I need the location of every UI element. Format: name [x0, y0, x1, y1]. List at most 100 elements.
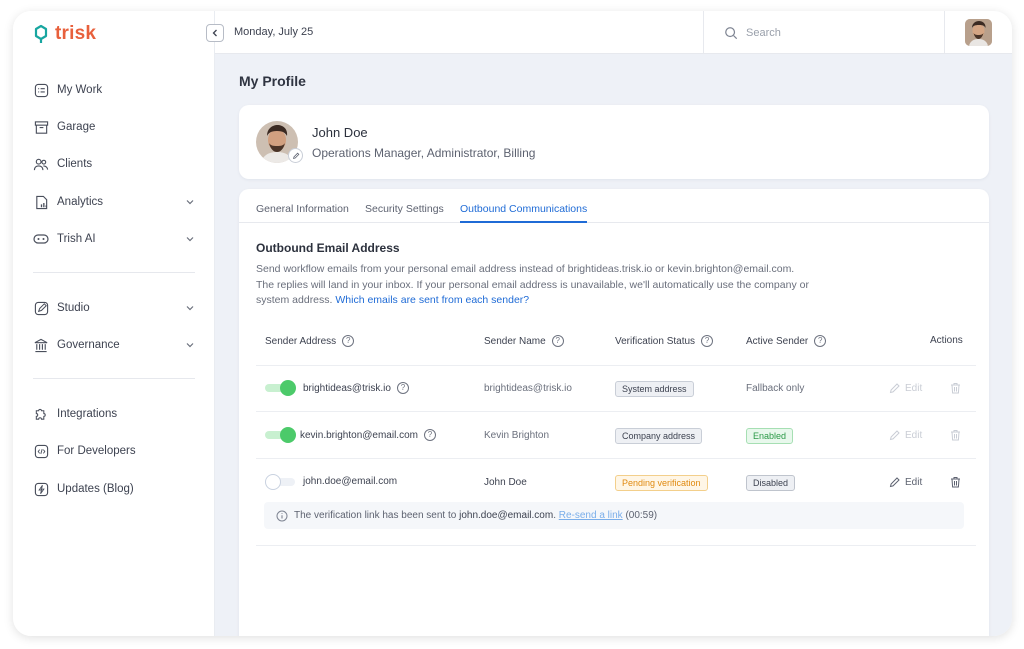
search-icon [725, 26, 738, 39]
sender-toggle[interactable] [265, 474, 295, 490]
chevron-left-icon [212, 29, 217, 37]
edit-label: Edit [905, 429, 923, 441]
sender-name: Kevin Brighton [484, 430, 550, 441]
profile-role: Operations Manager, Administrator, Billi… [312, 146, 536, 160]
delete-button[interactable] [950, 382, 961, 394]
user-avatar[interactable] [965, 19, 992, 46]
current-date: Monday, July 25 [234, 26, 314, 38]
info-icon [276, 510, 288, 521]
verification-notice: The verification link has been sent to j… [264, 502, 964, 529]
logo-text: trisk [55, 23, 97, 44]
tab-general-information[interactable]: General Information [256, 203, 349, 223]
sidebar-item-label: Governance [57, 339, 120, 351]
header-label: Active Sender [746, 335, 809, 347]
avatar-image [965, 19, 992, 46]
sidebar-divider [33, 378, 195, 379]
sidebar-item-label: Updates (Blog) [57, 483, 134, 495]
description-line: Send workflow emails from your personal … [256, 263, 795, 275]
sidebar-item-for-developers[interactable]: For Developers [33, 438, 195, 464]
sender-toggle[interactable] [265, 380, 296, 396]
notice-prefix: The verification link has been sent to [294, 510, 460, 521]
column-header-sender-name: Sender Name? [484, 335, 564, 347]
description-line: system address. [256, 294, 336, 306]
sender-address-cell: kevin.brighton@email.com? [300, 429, 436, 441]
chevron-down-icon [186, 200, 194, 205]
studio-icon [33, 300, 49, 316]
header-label: Sender Address [265, 335, 337, 347]
edit-label: Edit [905, 382, 923, 394]
search-box[interactable]: Search [703, 11, 945, 54]
developers-icon [33, 443, 49, 459]
edit-button[interactable]: Edit [889, 382, 922, 394]
analytics-icon [33, 194, 49, 210]
collapse-sidebar-button[interactable] [206, 24, 224, 42]
chevron-down-icon [186, 306, 194, 311]
toggle-knob [280, 380, 296, 396]
sidebar-item-my-work[interactable]: My Work [33, 77, 195, 103]
header-label: Verification Status [615, 335, 696, 347]
help-icon[interactable]: ? [551, 335, 564, 347]
help-icon[interactable]: ? [814, 335, 827, 347]
sidebar-item-label: Analytics [57, 196, 104, 208]
resend-link[interactable]: Re-send a link [559, 510, 623, 521]
delete-button[interactable] [950, 429, 961, 441]
pencil-icon [292, 152, 299, 159]
sidebar-item-updates-blog[interactable]: Updates (Blog) [33, 476, 195, 502]
edit-button[interactable]: Edit [889, 476, 922, 488]
column-header-actions: Actions [930, 335, 963, 346]
section-title: Outbound Email Address [256, 241, 400, 255]
status-badge: Company address [615, 428, 703, 444]
profile-card: John Doe Operations Manager, Administrat… [239, 105, 989, 179]
sidebar-item-clients[interactable]: Clients [33, 151, 195, 177]
sidebar-item-label: Studio [57, 302, 90, 314]
sidebar-item-label: My Work [57, 84, 103, 96]
row-divider [256, 365, 976, 366]
help-icon[interactable]: ? [701, 335, 714, 347]
search-input[interactable]: Search [746, 27, 781, 39]
pencil-icon [889, 477, 900, 488]
notice-text: The verification link has been sent to j… [294, 510, 657, 521]
sidebar-item-analytics[interactable]: Analytics [33, 189, 195, 215]
main-area: Monday, July 25 Search My Profile John D… [206, 11, 1012, 636]
delete-button[interactable] [950, 476, 961, 488]
edit-button[interactable]: Edit [889, 429, 922, 441]
senders-help-link[interactable]: Which emails are sent from each sender? [335, 294, 529, 306]
active-sender-value: Fallback only [746, 383, 805, 394]
chevron-down-icon [186, 237, 194, 242]
clients-icon [33, 156, 49, 172]
toggle-knob [280, 427, 296, 443]
description-line: The replies will land in your inbox. If … [256, 278, 809, 291]
top-bar: Monday, July 25 Search [206, 11, 1012, 54]
help-icon[interactable]: ? [396, 382, 409, 394]
sidebar-item-label: Integrations [57, 408, 118, 420]
logo[interactable]: trisk [31, 23, 96, 45]
my-work-icon [33, 82, 49, 98]
logo-icon [34, 24, 48, 43]
settings-card: General Information Security Settings Ou… [239, 189, 989, 636]
help-icon[interactable]: ? [342, 335, 355, 347]
edit-avatar-button[interactable] [288, 148, 303, 163]
sidebar-item-integrations[interactable]: Integrations [33, 401, 195, 427]
sidebar-item-studio[interactable]: Studio [33, 295, 195, 321]
app-window: trisk My Work Garage Clients Analytics T… [13, 11, 1012, 636]
trash-icon [951, 383, 960, 394]
toggle-knob [265, 474, 281, 490]
active-sender-badge: Enabled [746, 428, 794, 444]
sender-name: John Doe [484, 477, 527, 488]
sidebar-item-trish-ai[interactable]: Trish AI [33, 226, 195, 252]
trish-ai-icon [33, 231, 49, 247]
section-description: Send workflow emails from your personal … [256, 262, 846, 309]
tab-outbound-communications[interactable]: Outbound Communications [460, 203, 588, 223]
sidebar-item-governance[interactable]: Governance [33, 332, 195, 358]
sidebar-divider [33, 272, 195, 273]
tab-security-settings[interactable]: Security Settings [365, 203, 444, 223]
sidebar-item-garage[interactable]: Garage [33, 114, 195, 140]
help-icon[interactable]: ? [423, 429, 436, 441]
integrations-icon [33, 406, 49, 422]
edit-label: Edit [905, 476, 923, 488]
notice-email: john.doe@email.com [459, 510, 554, 521]
sender-name: brightideas@trisk.io [484, 383, 572, 394]
header-label: Sender Name [484, 335, 546, 347]
sender-toggle[interactable] [265, 427, 296, 443]
resend-timer: (00:59) [622, 510, 658, 521]
